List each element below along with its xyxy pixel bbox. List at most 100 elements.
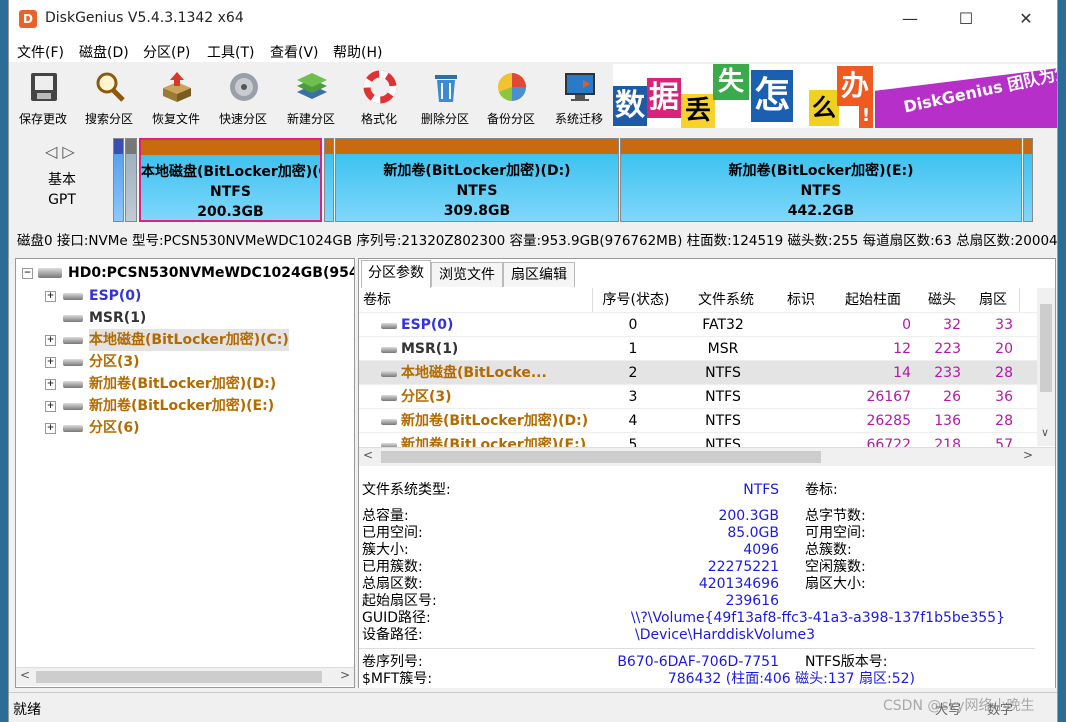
scroll-right-icon[interactable]: > [340,668,350,682]
toolbar-label: 快速分区 [218,112,267,126]
partition-fs: NTFS [800,183,842,199]
table-row[interactable]: 新加卷(BitLocker加密)(E:) 5 NTFS 66722 218 57 [359,432,1037,447]
col-header-index[interactable]: 序号(状态) [593,288,680,312]
expand-icon[interactable]: + [45,335,56,346]
cell-idx: 4 [628,413,638,429]
menu-tools[interactable]: 工具(T) [207,42,254,62]
tree-hscrollbar[interactable]: < > [16,667,354,686]
partition-icon [63,381,83,388]
format-button[interactable]: 格式化 [347,66,411,128]
maximize-button[interactable]: ☐ [943,0,989,38]
detail-label: 设备路径: [362,627,423,643]
col-header-head[interactable]: 磁头 [917,288,968,312]
banner-char: ! [859,104,873,128]
cell-sec: 57 [995,437,1013,447]
detail-value: B670-6DAF-706D-7751 [617,654,779,670]
quick-partition-button[interactable]: 快速分区 [211,66,275,128]
scroll-left-icon[interactable]: < [20,668,30,682]
partition-block-c[interactable]: 本地磁盘(BitLocker加密)(C:) NTFS 200.3GB [139,138,322,222]
disk-basic-label: 基本 [48,172,76,188]
tab-browse-files[interactable]: 浏览文件 [431,262,503,287]
scroll-right-icon[interactable]: > [1023,448,1033,462]
scroll-thumb[interactable] [381,451,821,463]
expand-icon[interactable]: + [45,291,56,302]
layers-icon [297,73,327,99]
partition-icon [381,443,397,447]
cell-sec: 33 [995,317,1013,333]
menu-disk[interactable]: 磁盘(D) [79,42,129,62]
tab-partition-params[interactable]: 分区参数 [361,260,431,288]
banner-char: 失 [713,64,749,100]
scroll-thumb[interactable] [36,671,322,683]
expand-icon[interactable]: + [45,401,56,412]
partition-name: 新加卷(BitLocker加密)(D:) [383,163,571,179]
partition-block-msr[interactable] [125,138,137,222]
disk-nav-arrows[interactable]: ◁ ▷ [45,142,75,161]
promo-banner[interactable]: 数 据 丢 失 怎 么 办 ! DiskGenius 团队为您 [613,64,1057,128]
scroll-down-icon[interactable]: ∨ [1041,426,1049,439]
col-header-label[interactable]: 卷标 [359,288,593,312]
menu-file[interactable]: 文件(F) [17,42,64,62]
delete-partition-button[interactable]: 删除分区 [413,66,477,128]
table-row[interactable]: MSR(1) 1 MSR 12 223 20 [359,336,1037,361]
partition-icon [63,403,83,410]
partition-fs: NTFS [210,184,251,200]
detail-label: 起始扇区号: [362,593,437,609]
grid-vscrollbar[interactable]: ∨ [1037,288,1055,446]
scroll-thumb[interactable] [1040,304,1052,392]
partition-text: 本地磁盘(BitLocker加密)(C:) NTFS 200.3GB [141,162,320,222]
expand-icon[interactable]: + [45,379,56,390]
cell-flag [773,337,823,361]
cell-head: 136 [934,413,961,429]
expand-icon[interactable] [45,313,54,322]
tree-item-label: 分区(6) [89,420,140,436]
menu-help[interactable]: 帮助(H) [333,42,382,62]
detail-label: 总扇区数: [362,576,423,592]
col-header-sector[interactable]: 扇区 [967,288,1020,312]
watermark: CSDN @sky网络小晚生 [883,698,1035,714]
backup-partition-button[interactable]: 备份分区 [479,66,543,128]
scroll-left-icon[interactable]: < [363,448,373,462]
close-button[interactable]: ✕ [1003,0,1049,38]
partition-block-e[interactable]: 新加卷(BitLocker加密)(E:) NTFS 442.2GB [620,138,1022,222]
cell-flag [773,361,823,385]
cell-idx: 3 [628,389,638,405]
tab-sector-edit[interactable]: 扇区编辑 [503,262,575,287]
disk-tree[interactable]: − HD0:PCSN530NVMeWDC1024GB(954GB) [15,258,355,688]
table-row[interactable]: 分区(3) 3 NTFS 26167 26 36 [359,384,1037,409]
system-migration-button[interactable]: 系统迁移 [547,66,611,128]
detail-label: 簇大小: [362,542,409,558]
save-changes-button[interactable]: 保存更改 [11,66,75,128]
new-partition-button[interactable]: 新建分区 [279,66,343,128]
table-row[interactable]: ESP(0) 0 FAT32 0 32 33 [359,312,1037,337]
search-partition-button[interactable]: 搜索分区 [77,66,141,128]
menu-view[interactable]: 查看(V) [270,42,319,62]
disk-type: 基本 GPT [29,170,95,210]
partition-icon [63,337,83,344]
table-row[interactable]: 本地磁盘(BitLocke... 2 NTFS 14 233 28 [359,360,1037,385]
partition-icon [63,359,83,366]
partition-block-d[interactable]: 新加卷(BitLocker加密)(D:) NTFS 309.8GB [335,138,619,222]
partition-block-3[interactable] [324,138,334,222]
partition-block-esp[interactable] [113,138,124,222]
grid-hscrollbar[interactable]: < > [359,447,1055,466]
collapse-icon[interactable]: − [22,268,33,279]
recover-files-button[interactable]: 恢复文件 [144,66,208,128]
detail-value: \Device\HarddiskVolume3 [635,627,815,643]
expand-icon[interactable]: + [45,357,56,368]
cell-head: 223 [934,341,961,357]
table-row[interactable]: 新加卷(BitLocker加密)(D:) 4 NTFS 26285 136 28 [359,408,1037,433]
detail-label: 文件系统类型: [362,482,451,498]
col-header-flag[interactable]: 标识 [773,288,830,312]
cell-name: 分区(3) [401,389,452,405]
partition-name: 本地磁盘(BitLocker加密)(C:) [141,164,320,180]
disk-info-line: 磁盘0 接口:NVMe 型号:PCSN530NVMeWDC1024GB 序列号:… [9,228,1057,254]
col-header-start-cyl[interactable]: 起始柱面 [829,288,918,312]
minimize-button[interactable]: — [887,0,933,38]
cell-sec: 20 [995,341,1013,357]
partition-block-6[interactable] [1023,138,1033,222]
col-header-fs[interactable]: 文件系统 [679,288,774,312]
window-title: DiskGenius V5.4.3.1342 x64 [45,10,244,26]
menu-partition[interactable]: 分区(P) [143,42,190,62]
expand-icon[interactable]: + [45,423,56,434]
